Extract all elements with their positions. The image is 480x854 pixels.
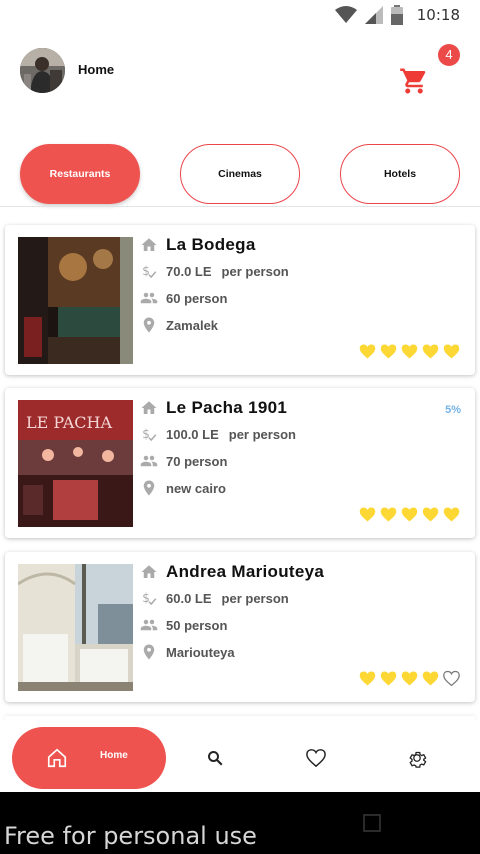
svg-text:$: $ (142, 591, 150, 605)
home-outline-icon (140, 399, 158, 417)
nav-home-button[interactable]: Home (12, 727, 166, 789)
heart-filled-icon (401, 507, 418, 522)
heart-filled-icon (401, 671, 418, 686)
venue-price: 60.0 LE (166, 590, 212, 606)
venue-location: Mariouteya (166, 644, 235, 660)
status-bar: 10:18 (0, 0, 480, 30)
heart-outline-icon (443, 670, 460, 687)
venue-price: 100.0 LE (166, 426, 219, 442)
home-outline-icon (140, 236, 158, 254)
rating (358, 670, 461, 687)
venue-price-unit: per person (221, 263, 289, 279)
nav-settings-button[interactable] (405, 746, 429, 770)
watermark: Free for personal use (4, 822, 257, 850)
svg-text:LE PACHA: LE PACHA (26, 413, 112, 432)
venue-capacity: 70 person (166, 453, 228, 469)
heart-filled-icon (443, 344, 460, 359)
venue-price: 70.0 LE (166, 263, 212, 279)
rating (358, 506, 461, 523)
tab-restaurants[interactable]: Restaurants (20, 144, 140, 204)
battery-icon (390, 5, 403, 25)
venue-card[interactable]: Andrea Mariouteya $ 60.0 LE per person 5… (5, 552, 475, 702)
search-icon (208, 751, 223, 766)
venue-name: La Bodega (166, 235, 256, 254)
heart-filled-icon (359, 671, 376, 686)
heart-filled-icon (422, 671, 439, 686)
heart-filled-icon (422, 507, 439, 522)
bottom-nav: Home (0, 720, 480, 792)
discount-badge: 5% (445, 404, 461, 416)
location-icon (140, 643, 158, 661)
signal-icon (364, 6, 383, 24)
heart-filled-icon (359, 344, 376, 359)
divider (0, 206, 480, 207)
price-icon: $ (140, 589, 158, 607)
heart-filled-icon (422, 344, 439, 359)
heart-filled-icon (443, 507, 460, 522)
tab-hotels[interactable]: Hotels (340, 144, 460, 204)
venue-capacity: 60 person (166, 290, 228, 306)
location-icon (140, 316, 158, 334)
wifi-icon (334, 6, 357, 23)
heart-filled-icon (401, 344, 418, 359)
status-time: 10:18 (416, 6, 460, 24)
venue-location: new cairo (166, 480, 226, 496)
category-tabs: Restaurants Cinemas Hotels (20, 144, 460, 204)
people-icon (140, 452, 158, 470)
cart-button[interactable] (398, 64, 448, 98)
location-icon (140, 479, 158, 497)
venue-price-unit: per person (228, 426, 296, 442)
rating (358, 343, 461, 360)
cart-icon (400, 68, 426, 94)
header: Home 4 (20, 44, 460, 94)
venue-image (18, 564, 133, 691)
price-icon: $ (140, 425, 158, 443)
nav-home-label: Home (100, 750, 128, 761)
home-icon (47, 748, 67, 768)
nav-favorites-button[interactable] (304, 746, 328, 770)
price-icon: $ (140, 262, 158, 280)
heart-filled-icon (380, 671, 397, 686)
nav-search-button[interactable] (203, 746, 227, 770)
heart-filled-icon (380, 344, 397, 359)
tab-cinemas[interactable]: Cinemas (180, 144, 300, 204)
venue-image: LE PACHA (18, 400, 133, 527)
heart-filled-icon (359, 507, 376, 522)
recents-button[interactable] (363, 814, 381, 832)
venue-location: Zamalek (166, 317, 219, 333)
people-icon (140, 616, 158, 634)
gear-icon (409, 751, 427, 768)
venue-name: Le Pacha 1901 (166, 398, 288, 417)
venue-name: Andrea Mariouteya (166, 562, 325, 581)
heart-icon (306, 749, 326, 768)
venue-price-unit: per person (221, 590, 289, 606)
venue-image (18, 237, 133, 364)
venue-card[interactable]: LE PACHA Le Pacha 1901 5% $ 100.0 LE per… (5, 388, 475, 538)
page-title: Home (78, 62, 115, 77)
people-icon (140, 289, 158, 307)
svg-text:$: $ (142, 427, 150, 441)
heart-filled-icon (380, 507, 397, 522)
home-outline-icon (140, 563, 158, 581)
cart-badge: 4 (438, 44, 460, 66)
svg-text:$: $ (142, 264, 150, 278)
venue-card[interactable]: La Bodega $ 70.0 LE per person 60 person… (5, 225, 475, 375)
venue-capacity: 50 person (166, 617, 228, 633)
avatar[interactable] (20, 48, 65, 93)
